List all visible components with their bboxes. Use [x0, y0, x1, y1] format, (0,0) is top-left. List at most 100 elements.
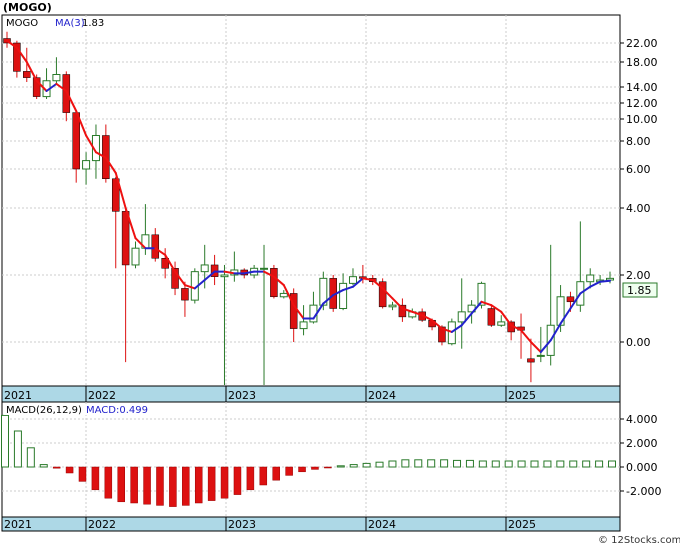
macd-bar-negative [324, 466, 332, 469]
macd-bar-positive [440, 459, 449, 468]
chart-title: (MOGO) [3, 1, 52, 14]
candle-down [181, 288, 189, 301]
price-y-tick-label: 22.00 [626, 37, 658, 50]
macd-bar-negative [298, 466, 306, 473]
candle-up [339, 282, 348, 309]
macd-label: MACD(26,12,9) [6, 405, 82, 416]
macd-bar-positive [543, 460, 552, 468]
macd-bar-positive [427, 459, 436, 468]
macd-bar-positive [375, 461, 384, 468]
macd-bar-negative [156, 466, 164, 506]
macd-bar-negative [311, 466, 319, 470]
macd-bar-positive [362, 462, 371, 468]
price-y-tick-label: 8.00 [626, 135, 651, 148]
macd-bar-negative [52, 466, 61, 469]
macd-bar-positive [388, 460, 397, 468]
candle-down [72, 112, 80, 170]
legend-ma-value: 1.83 [82, 18, 104, 29]
price-x-tick-label: 2023 [228, 389, 256, 402]
candle-down [23, 71, 31, 78]
macd-bar-negative [117, 466, 125, 503]
candle-up [131, 247, 140, 266]
macd-bar-negative [143, 466, 151, 505]
macd-bar-negative [246, 466, 255, 491]
candle-up [536, 354, 545, 357]
macd-x-tick-label: 2021 [4, 518, 32, 531]
candle-up [260, 267, 269, 270]
macd-bar-positive [491, 460, 500, 468]
macd-bar-negative [65, 466, 74, 474]
price-x-tick-label: 2024 [368, 389, 396, 402]
price-y-tick-label: 10.00 [626, 113, 658, 126]
candle-up [82, 160, 91, 170]
macd-bar-positive [517, 460, 526, 468]
candle-up [348, 276, 357, 284]
legend-ma-label: MA(3) [55, 18, 85, 29]
stock-chart: (MOGO) MOGO MA(3) 1.83 22.00 18.00 14.00 12… [1, 1, 680, 546]
candle-down [487, 308, 496, 326]
macd-y-axis: 4.000 2.000 0.000 -2.000 [620, 413, 661, 498]
macd-bar-positive [530, 460, 539, 468]
watermark: © 12Stocks.com [598, 535, 680, 546]
macd-bar-negative [194, 466, 203, 504]
macd-x-tick-label: 2022 [88, 518, 116, 531]
macd-bar-negative [272, 466, 280, 481]
ma-segment [599, 279, 611, 283]
candle-down [151, 234, 160, 259]
macd-bar-positive [569, 460, 578, 468]
macd-bar-negative [91, 466, 100, 491]
macd-bar-positive [336, 465, 345, 468]
candle-down [121, 211, 130, 266]
candle-up [457, 311, 466, 323]
candle-up [279, 292, 288, 298]
price-x-tick-label: 2025 [508, 389, 536, 402]
price-panel [1, 14, 621, 387]
price-y-tick-label: 2.00 [626, 269, 651, 282]
price-y-tick-label: 0.00 [626, 336, 651, 349]
macd-bar-negative [220, 466, 229, 499]
macd-value-label: MACD:0.499 [86, 405, 148, 416]
macd-bar-negative [78, 466, 87, 482]
legend-ticker: MOGO [6, 18, 38, 29]
candle-up [52, 74, 61, 82]
macd-bar-positive [1, 414, 9, 468]
macd-bar-negative [207, 466, 216, 501]
macd-bar-positive [556, 460, 565, 468]
macd-bar-positive [26, 447, 35, 468]
macd-bar-positive [414, 459, 423, 468]
macd-bar-positive [595, 460, 604, 468]
macd-x-tick-label: 2025 [508, 518, 536, 531]
macd-y-tick-label: 4.000 [626, 413, 658, 426]
candle-down [527, 358, 535, 363]
price-x-tick-label: 2021 [4, 389, 32, 402]
price-y-tick-label: 12.00 [626, 97, 658, 110]
macd-bar-negative [285, 466, 293, 476]
macd-bar-negative [104, 466, 113, 499]
macd-x-tick-label: 2023 [228, 518, 256, 531]
price-y-tick-label: 18.00 [626, 56, 658, 69]
macd-bar-positive [349, 464, 358, 468]
candle-up [200, 264, 209, 273]
candle-up [388, 304, 397, 308]
price-y-axis: 22.00 18.00 14.00 12.00 10.00 8.00 6.00 4.00 2.0… [620, 37, 658, 349]
price-y-tick-label: 6.00 [626, 163, 651, 176]
candle-up [586, 274, 595, 283]
macd-bar-negative [130, 466, 138, 504]
macd-bar-positive [465, 459, 474, 468]
macd-bar-negative [169, 466, 177, 507]
macd-bar-positive [401, 459, 410, 468]
candle-up [497, 321, 506, 326]
candle-down [566, 296, 575, 303]
candle-up [220, 274, 229, 278]
macd-y-tick-label: 2.000 [626, 437, 658, 450]
macd-bar-negative [233, 466, 242, 495]
macd-x-tick-label: 2024 [368, 518, 396, 531]
price-x-tick-label: 2022 [88, 389, 116, 402]
candle-up [299, 321, 308, 330]
macd-bar-positive [608, 460, 616, 468]
macd-bar-negative [182, 466, 190, 506]
macd-bar-positive [39, 464, 48, 468]
macd-bar-negative [259, 466, 268, 486]
macd-y-tick-label: -2.000 [626, 485, 661, 498]
macd-bar-positive [582, 460, 591, 468]
